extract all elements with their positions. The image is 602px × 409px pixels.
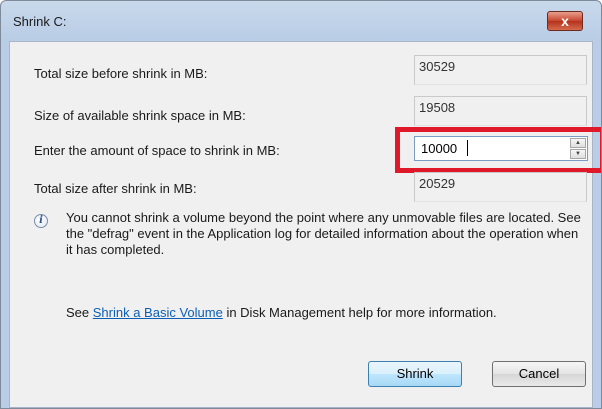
dialog-body: Total size before shrink in MB: 30529 Si… (9, 41, 601, 408)
help-prefix: See (66, 305, 93, 320)
spin-down-button[interactable]: ▼ (570, 149, 586, 159)
available-shrink-value: 19508 (414, 96, 587, 126)
info-icon: i (34, 214, 48, 228)
text-caret (467, 140, 468, 156)
shrink-amount-input[interactable]: 10000 (421, 141, 457, 156)
dialog-title: Shrink C: (13, 14, 67, 29)
total-after-label: Total size after shrink in MB: (34, 181, 197, 196)
total-after-value: 20529 (414, 172, 587, 202)
shrink-amount-label: Enter the amount of space to shrink in M… (34, 143, 280, 158)
close-button[interactable]: x (547, 11, 583, 31)
shrink-dialog: Shrink C: x Total size before shrink in … (0, 0, 602, 409)
shrink-amount-stepper[interactable]: 10000 ▲ ▼ (414, 136, 588, 161)
chevron-up-icon: ▲ (575, 140, 581, 146)
spin-up-button[interactable]: ▲ (570, 138, 586, 148)
available-shrink-label: Size of available shrink space in MB: (34, 108, 246, 123)
help-link[interactable]: Shrink a Basic Volume (93, 305, 223, 320)
shrink-button[interactable]: Shrink (368, 361, 462, 387)
chevron-down-icon: ▼ (575, 151, 581, 157)
title-bar[interactable]: Shrink C: x (1, 1, 601, 41)
info-message: You cannot shrink a volume beyond the po… (66, 210, 581, 257)
close-icon: x (561, 13, 569, 29)
cancel-button[interactable]: Cancel (492, 361, 586, 387)
help-suffix: in Disk Management help for more informa… (222, 305, 497, 320)
total-before-value: 30529 (414, 55, 587, 85)
total-before-label: Total size before shrink in MB: (34, 66, 208, 81)
help-line: See Shrink a Basic Volume in Disk Manage… (66, 305, 497, 320)
